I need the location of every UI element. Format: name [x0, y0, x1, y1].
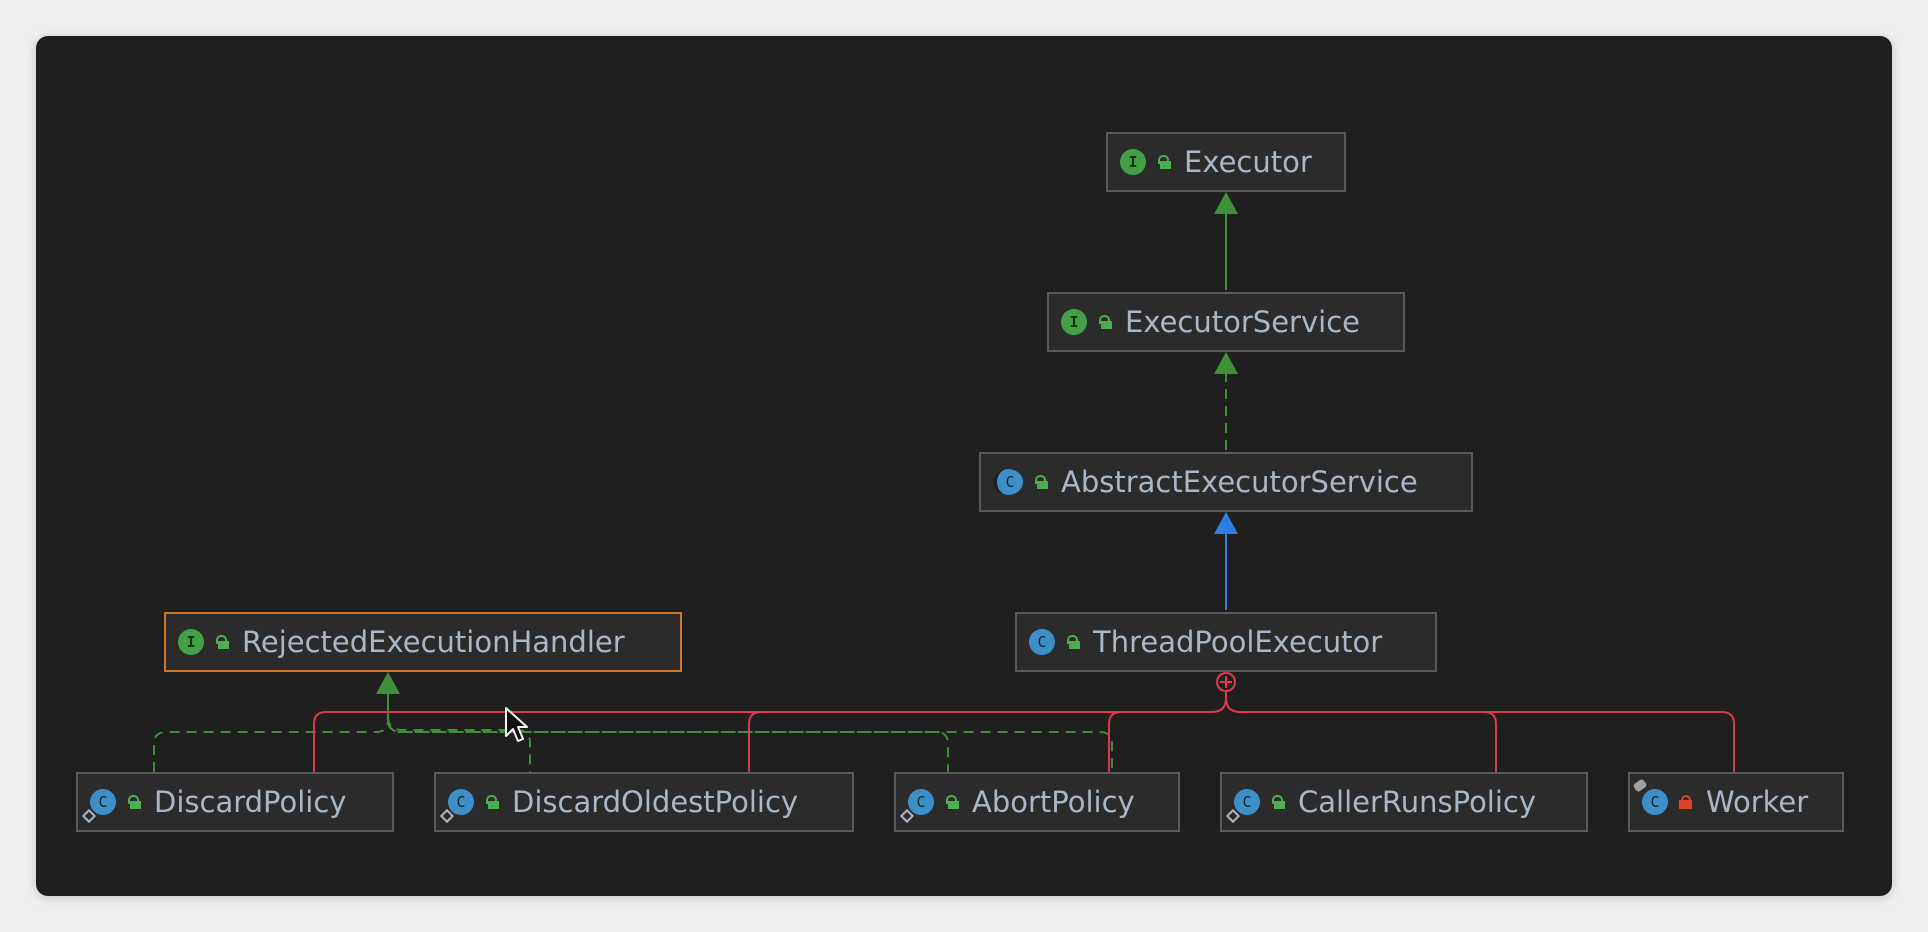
mouse-cursor-icon [505, 707, 528, 742]
private-visibility-icon [1678, 795, 1692, 809]
public-visibility-icon [214, 635, 229, 649]
node-label: CallerRunsPolicy [1298, 785, 1537, 819]
edge-inner-callerruns [1483, 711, 1497, 772]
node-discard-oldest-policy[interactable]: C DiscardOldestPolicy [434, 772, 854, 832]
arrowhead-rejectedexecutionhandler [376, 672, 400, 694]
node-label: AbortPolicy [972, 785, 1135, 819]
interface-icon: I [1120, 149, 1146, 175]
public-visibility-icon [1097, 315, 1112, 329]
static-class-icon: C [1225, 789, 1260, 824]
edge-inner-discardoldest [748, 711, 762, 772]
node-label: DiscardOldestPolicy [512, 785, 799, 819]
interface-icon: I [178, 629, 204, 655]
arrowhead-executor [1214, 192, 1238, 214]
node-abort-policy[interactable]: C AbortPolicy [894, 772, 1180, 832]
node-label: ExecutorService [1125, 305, 1360, 339]
diagram-edges [153, 192, 1735, 772]
node-caller-runs-policy[interactable]: C CallerRunsPolicy [1220, 772, 1588, 832]
class-icon: C [1029, 629, 1055, 655]
edge-abort-handler [387, 719, 949, 772]
edge-inner-abort [1108, 711, 1122, 772]
static-class-icon: C [439, 789, 474, 824]
node-discard-policy[interactable]: C DiscardPolicy [76, 772, 394, 832]
node-thread-pool-executor[interactable]: C ThreadPoolExecutor [1015, 612, 1437, 672]
node-executor-service[interactable]: I ExecutorService [1047, 292, 1405, 352]
public-visibility-icon [484, 795, 499, 809]
node-label: Worker [1706, 785, 1809, 819]
node-label: AbstractExecutorService [1061, 465, 1418, 499]
public-visibility-icon [126, 795, 141, 809]
node-abstract-executor-service[interactable]: C AbstractExecutorService [979, 452, 1473, 512]
public-visibility-icon [1156, 155, 1171, 169]
static-class-icon: C [81, 789, 116, 824]
public-visibility-icon [1065, 635, 1080, 649]
edge-policies-rejectedexecutionhandler [153, 715, 1113, 772]
public-visibility-icon [1033, 475, 1048, 489]
node-label: ThreadPoolExecutor [1093, 625, 1383, 659]
node-label: Executor [1184, 145, 1312, 179]
interface-icon: I [1061, 309, 1087, 335]
abstract-class-icon: C [993, 469, 1023, 495]
node-label: DiscardPolicy [154, 785, 347, 819]
final-class-icon: C [1632, 778, 1668, 815]
arrowhead-abstractexecutorservice [1214, 512, 1238, 534]
public-visibility-icon [1270, 795, 1285, 809]
diagram-canvas: I Executor I ExecutorService C AbstractE… [36, 36, 1892, 896]
node-rejected-execution-handler[interactable]: I RejectedExecutionHandler [164, 612, 682, 672]
node-executor[interactable]: I Executor [1106, 132, 1346, 192]
node-label: RejectedExecutionHandler [242, 625, 625, 659]
arrowhead-executorservice [1214, 352, 1238, 374]
static-class-icon: C [899, 789, 934, 824]
node-worker[interactable]: C Worker [1628, 772, 1844, 832]
public-visibility-icon [944, 795, 959, 809]
